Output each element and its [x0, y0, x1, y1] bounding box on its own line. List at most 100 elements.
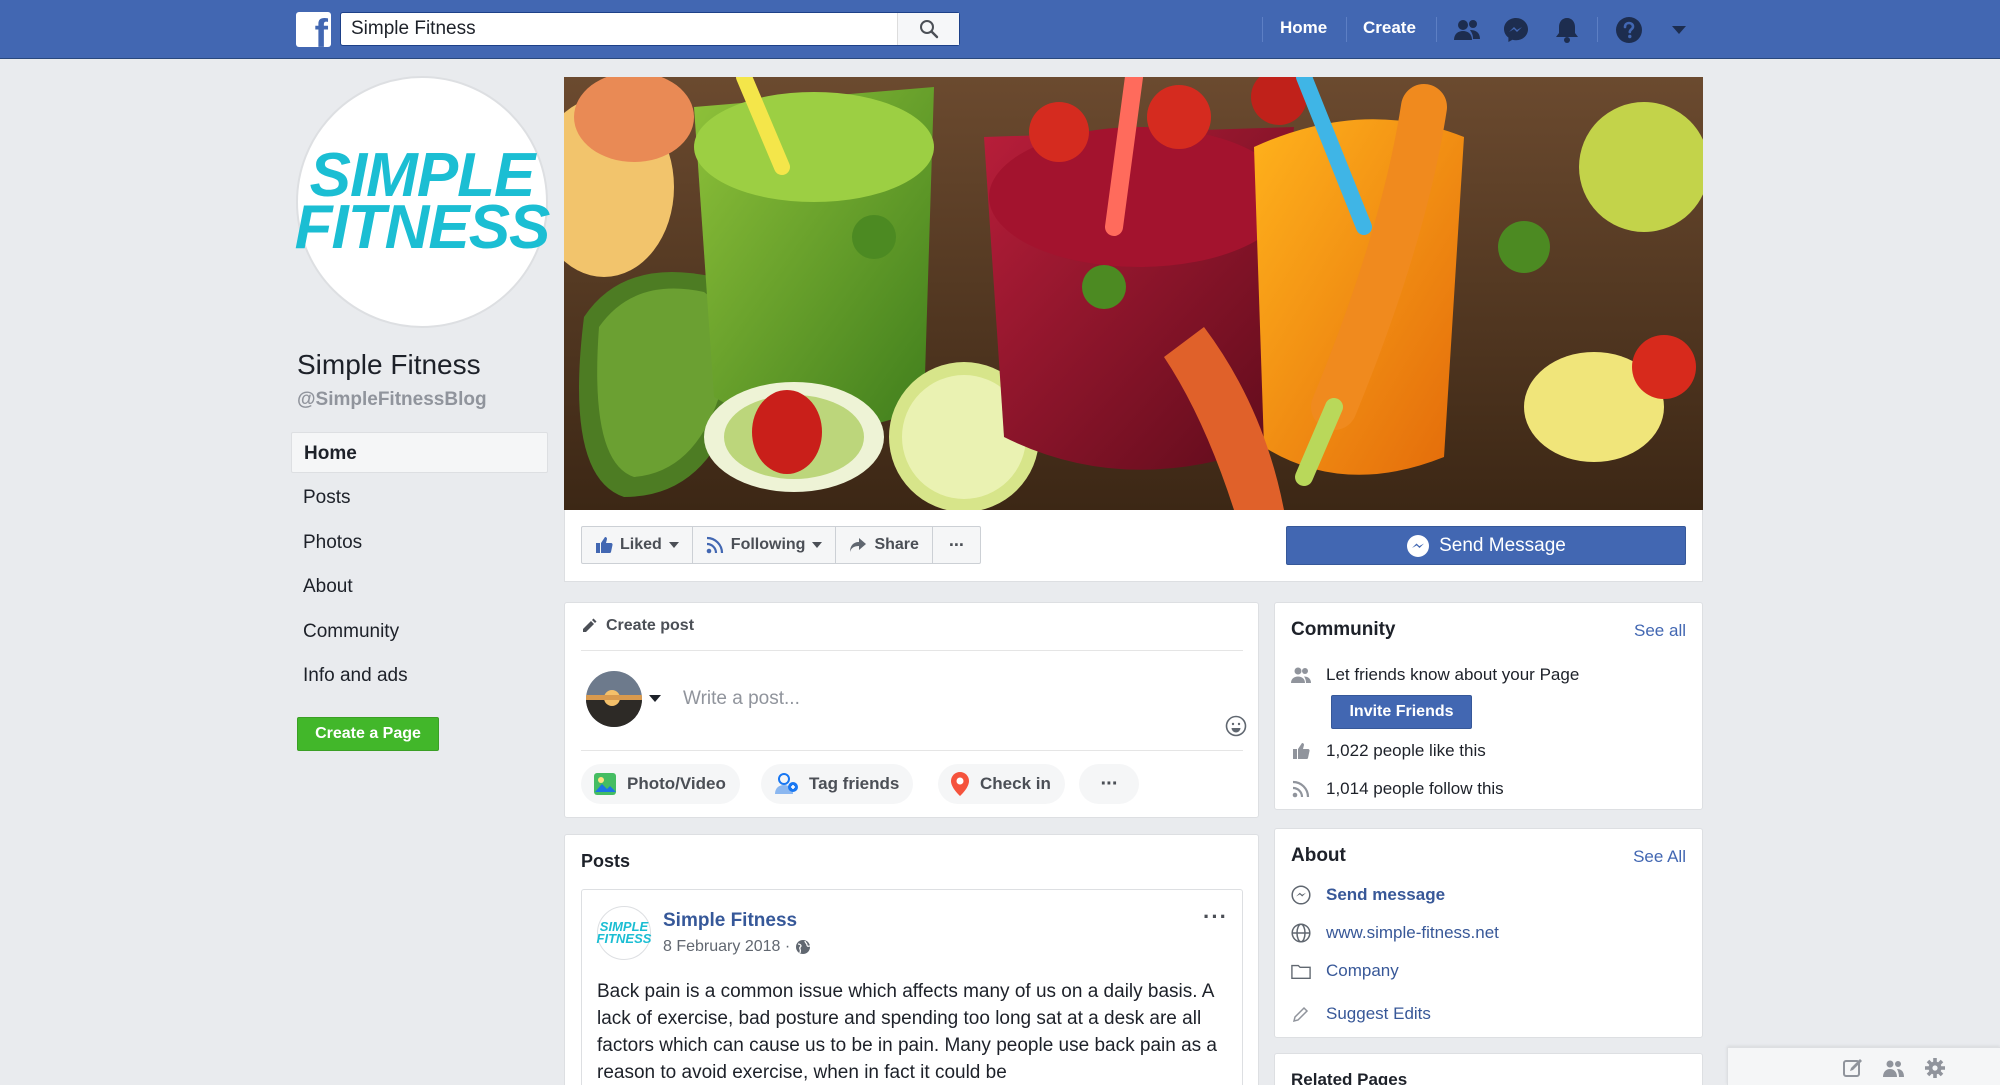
about-card: About See All Send message www.simple-fi… — [1274, 828, 1703, 1038]
about-heading: About — [1291, 845, 1346, 866]
create-post-header[interactable]: Create post — [581, 617, 694, 635]
sidebar-item-community[interactable]: Community — [291, 611, 548, 652]
check-in-button[interactable]: Check in — [938, 764, 1065, 804]
emoji-icon[interactable] — [1225, 715, 1247, 737]
page-profile-picture[interactable]: SIMPLE FITNESS — [294, 76, 551, 328]
page-handle[interactable]: @SimpleFitnessBlog — [297, 389, 487, 411]
follows-count-text: 1,014 people follow this — [1326, 779, 1504, 798]
related-pages-card: Related Pages — [1274, 1053, 1703, 1085]
rss-follow-icon — [1291, 779, 1311, 799]
suggest-edits-link: Suggest Edits — [1326, 1004, 1431, 1023]
help-icon[interactable] — [1613, 14, 1645, 46]
divider — [581, 650, 1243, 651]
sidebar-item-home[interactable]: Home — [291, 432, 548, 473]
chevron-down-icon[interactable] — [649, 695, 661, 702]
following-label: Following — [730, 536, 806, 553]
photo-icon — [594, 773, 616, 795]
post-timestamp[interactable]: 8 February 2018 · — [663, 938, 811, 956]
globe-icon — [1291, 923, 1311, 943]
messenger-icon — [1407, 534, 1430, 557]
search-box — [340, 12, 960, 46]
create-post-label: Create post — [606, 617, 695, 634]
related-pages-heading: Related Pages — [1291, 1070, 1408, 1085]
posts-card: Posts SIMPLE FITNESS Simple Fitness 8 Feb… — [564, 834, 1259, 1085]
nav-home-link[interactable]: Home — [1280, 18, 1327, 38]
more-actions-button[interactable]: ··· — [933, 527, 980, 563]
liked-label: Liked — [620, 536, 662, 553]
post-body-text: Back pain is a common issue which affect… — [597, 981, 1217, 1083]
create-page-button[interactable]: Create a Page — [297, 717, 439, 751]
page-action-bar: Liked Following Share ··· Send Message — [564, 510, 1703, 582]
write-post-input[interactable] — [683, 683, 1203, 715]
more-icon: ··· — [948, 534, 965, 555]
new-group-icon[interactable] — [1883, 1057, 1905, 1079]
messenger-icon[interactable] — [1500, 14, 1532, 46]
globe-icon — [796, 940, 811, 954]
follows-row: 1,014 people follow this — [1291, 779, 1504, 799]
chevron-down-icon — [812, 542, 823, 548]
top-navigation-bar: f Home Create — [0, 0, 2000, 59]
friend-requests-icon[interactable] — [1451, 14, 1483, 46]
more-icon: ··· — [1100, 772, 1119, 795]
avatar[interactable] — [586, 671, 642, 727]
people-icon — [1291, 665, 1311, 685]
post-item: SIMPLE FITNESS Simple Fitness 8 February … — [581, 889, 1243, 1085]
sidebar-item-photos[interactable]: Photos — [291, 522, 548, 563]
sidebar-item-posts[interactable]: Posts — [291, 477, 548, 518]
post-author-name[interactable]: Simple Fitness — [663, 910, 797, 932]
share-button[interactable]: Share — [836, 527, 933, 563]
likes-count-text: 1,022 people like this — [1326, 741, 1486, 760]
website-row[interactable]: www.simple-fitness.net — [1291, 923, 1499, 943]
search-icon — [919, 20, 938, 39]
rss-follow-icon — [706, 536, 723, 554]
check-in-label: Check in — [980, 774, 1051, 793]
chevron-down-icon — [668, 542, 679, 548]
share-arrow-icon — [850, 538, 867, 552]
invite-friends-button[interactable]: Invite Friends — [1331, 695, 1472, 729]
send-message-button[interactable]: Send Message — [1286, 526, 1686, 565]
account-menu-icon[interactable] — [1663, 14, 1695, 46]
category-link: Company — [1326, 961, 1399, 980]
following-button[interactable]: Following — [693, 527, 837, 563]
community-see-all-link[interactable]: See all — [1634, 621, 1686, 641]
search-input[interactable] — [341, 13, 896, 45]
page-title[interactable]: Simple Fitness — [297, 349, 481, 381]
cover-photo[interactable] — [564, 77, 1703, 510]
logo-line-2: FITNESS — [294, 193, 551, 262]
tag-friends-button[interactable]: Tag friends — [761, 764, 914, 804]
divider — [581, 750, 1243, 751]
folder-icon — [1291, 961, 1311, 981]
nav-create-link[interactable]: Create — [1363, 18, 1416, 38]
pencil-icon — [583, 618, 597, 632]
thumbs-up-icon — [596, 537, 613, 553]
post-avatar-logo-line-2: FITNESS — [596, 931, 652, 946]
tag-friends-icon — [775, 773, 798, 794]
compose-icon[interactable] — [1842, 1057, 1864, 1079]
sidebar-item-about[interactable]: About — [291, 566, 548, 607]
messenger-icon — [1291, 885, 1311, 905]
invite-prompt-row: Let friends know about your Page — [1291, 665, 1579, 685]
share-label: Share — [874, 536, 919, 553]
post-author-avatar[interactable]: SIMPLE FITNESS — [597, 906, 651, 960]
action-button-group: Liked Following Share ··· — [581, 526, 981, 564]
pencil-icon — [1291, 1004, 1311, 1024]
community-heading: Community — [1291, 619, 1396, 640]
settings-gear-icon[interactable] — [1924, 1057, 1946, 1079]
sidebar-item-info-and-ads[interactable]: Info and ads — [291, 655, 548, 696]
facebook-logo[interactable]: f — [296, 12, 331, 47]
search-button[interactable] — [897, 13, 959, 45]
about-send-message-row[interactable]: Send message — [1291, 885, 1445, 905]
photo-video-button[interactable]: Photo/Video — [581, 764, 740, 804]
location-pin-icon — [951, 772, 969, 796]
liked-button[interactable]: Liked — [582, 527, 693, 563]
suggest-edits-row[interactable]: Suggest Edits — [1291, 1004, 1431, 1024]
post-date-text: 8 February 2018 · — [663, 938, 791, 955]
notifications-icon[interactable] — [1551, 14, 1583, 46]
more-options-button[interactable]: ··· — [1079, 764, 1139, 804]
post-avatar-logo: SIMPLE FITNESS — [596, 920, 652, 946]
category-row[interactable]: Company — [1291, 961, 1399, 981]
post-options-button[interactable]: ··· — [1203, 904, 1228, 930]
simple-fitness-logo: SIMPLE FITNESS — [294, 145, 551, 262]
about-see-all-link[interactable]: See All — [1633, 847, 1686, 867]
thumbs-up-icon — [1291, 741, 1311, 761]
